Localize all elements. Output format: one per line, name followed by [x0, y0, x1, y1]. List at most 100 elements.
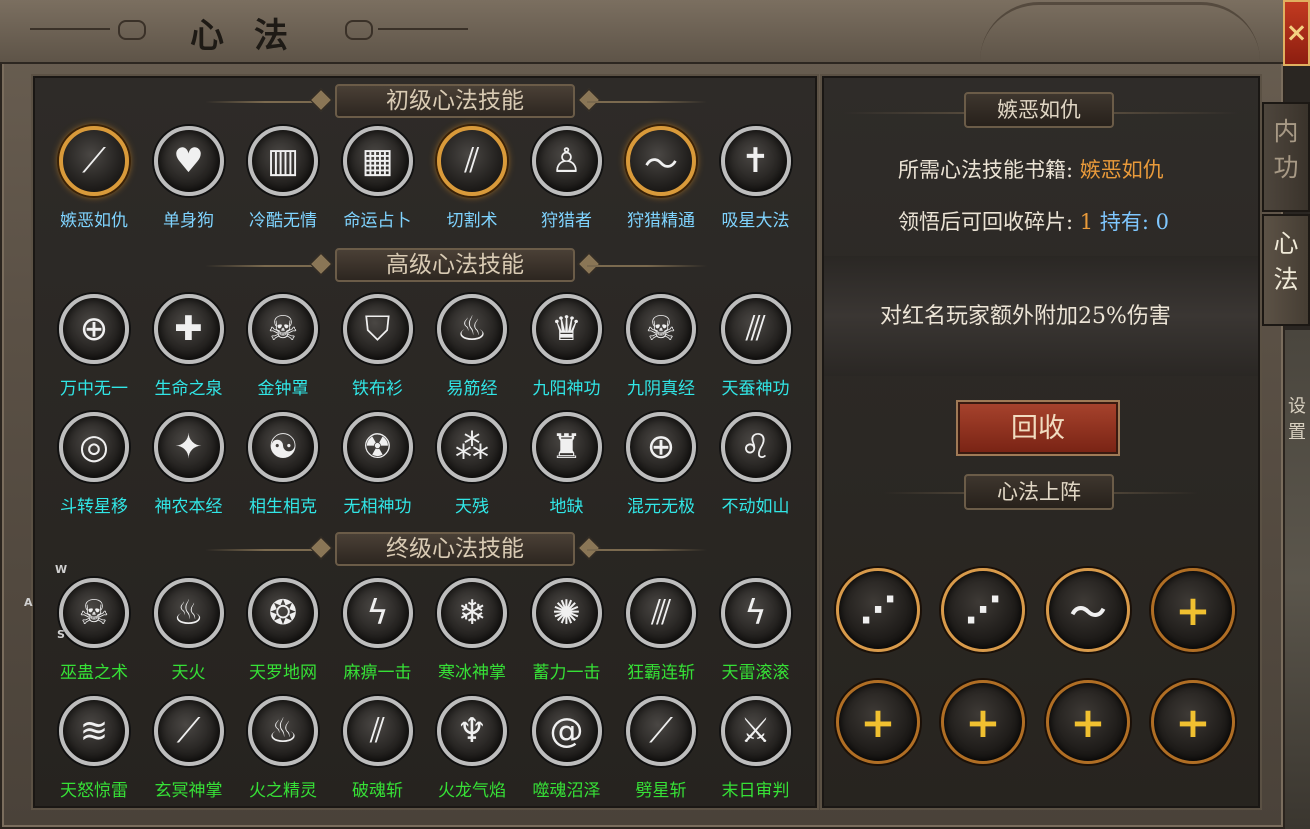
loadout-slot-empty[interactable]: +: [1151, 680, 1235, 764]
tab-xinfa[interactable]: 心法: [1262, 214, 1310, 326]
compass-a: A: [24, 596, 33, 609]
skill-card[interactable]: @ 噬魂沼泽: [520, 696, 614, 806]
skill-name: 天雷滚滚: [721, 663, 790, 683]
healer-icon[interactable]: ✚: [153, 294, 224, 364]
title-bar[interactable]: 心法: [0, 0, 1285, 64]
swamp-vortex-icon[interactable]: @: [531, 696, 602, 766]
combo-slash-icon[interactable]: ⫻: [626, 578, 696, 648]
skill-card[interactable]: ♜ 地缺: [520, 412, 614, 522]
close-button[interactable]: ×: [1283, 0, 1310, 66]
skill-card[interactable]: ⛉ 铁布衫: [331, 294, 425, 404]
skill-card[interactable]: ♥ 单身狗: [142, 126, 236, 236]
tab-neigong[interactable]: 内功: [1262, 102, 1310, 212]
skill-card[interactable]: ⁂ 天残: [425, 412, 519, 522]
skill-card[interactable]: ♆ 火龙气焰: [425, 696, 519, 806]
skill-card[interactable]: ♙ 狩猎者: [520, 126, 614, 236]
section-diamond-left: [309, 88, 333, 112]
star-cleave-icon[interactable]: ⟋: [626, 696, 696, 766]
skill-card[interactable]: ❄ 寒冰神掌: [425, 578, 519, 688]
loadout-slot-filled[interactable]: ⋰: [836, 568, 920, 652]
skill-card[interactable]: ⟋ 玄冥神掌: [142, 696, 236, 806]
crosshair-temple-icon[interactable]: ⊕: [626, 412, 696, 482]
skill-card[interactable]: ⫽ 切割术: [425, 126, 519, 236]
rings-icon[interactable]: ◎: [59, 412, 129, 482]
skill-card[interactable]: ⊕ 混元无极: [614, 412, 708, 522]
demon-face-icon[interactable]: ☢: [342, 412, 413, 482]
loadout-slot-empty[interactable]: +: [941, 680, 1025, 764]
flame-orbs-icon[interactable]: ♨: [437, 294, 507, 364]
skull-shield-icon[interactable]: ☠: [248, 294, 318, 364]
silk-claws-icon[interactable]: ⫻: [720, 294, 791, 364]
loadout-slot-empty[interactable]: +: [836, 680, 920, 764]
ice-palm-icon[interactable]: ❄: [437, 578, 507, 648]
skill-card[interactable]: ⫻ 狂霸连斩: [614, 578, 708, 688]
skill-card[interactable]: ⚔ 末日审判: [709, 696, 803, 806]
lion-head-icon[interactable]: ♌: [720, 412, 791, 482]
storm-wave-icon[interactable]: ≋: [59, 696, 129, 766]
loadout-slot-empty[interactable]: +: [1046, 680, 1130, 764]
lightning-strike-icon[interactable]: ϟ: [342, 578, 413, 648]
wave-spear-icon[interactable]: 〜: [626, 126, 696, 196]
loadout-slot-filled[interactable]: ⋰: [941, 568, 1025, 652]
charge-blast-icon[interactable]: ✺: [531, 578, 602, 648]
skill-card[interactable]: ◎ 斗转星移: [47, 412, 141, 522]
dark-palm-icon[interactable]: ⟋: [153, 696, 224, 766]
skill-card[interactable]: ❂ 天罗地网: [236, 578, 330, 688]
skill-card[interactable]: ≋ 天怒惊雷: [47, 696, 141, 806]
spiked-crown-icon[interactable]: ♜: [531, 412, 602, 482]
orbs-icon[interactable]: ⁂: [437, 412, 507, 482]
skill-card[interactable]: ☠ 金钟罩: [236, 294, 330, 404]
fire-spirit-icon[interactable]: ♨: [248, 696, 318, 766]
crosshair-tower-icon[interactable]: ⊕: [59, 294, 129, 364]
fire-crown-icon[interactable]: ♛: [531, 294, 602, 364]
skill-card[interactable]: ✺ 蓄力一击: [520, 578, 614, 688]
skill-card[interactable]: ✦ 神农本经: [142, 412, 236, 522]
skill-card[interactable]: ▥ 冷酷无情: [236, 126, 330, 236]
skill-card[interactable]: ϟ 麻痹一击: [331, 578, 425, 688]
skill-card[interactable]: ⟋ 劈星斩: [614, 696, 708, 806]
sky-fire-icon[interactable]: ♨: [153, 578, 224, 648]
skill-card[interactable]: ☠ 九阴真经: [614, 294, 708, 404]
dripping-skull-icon[interactable]: ☠: [626, 294, 696, 364]
skill-card[interactable]: ✚ 生命之泉: [142, 294, 236, 404]
skill-card[interactable]: ☯ 相生相克: [236, 412, 330, 522]
triple-blade-icon[interactable]: ⫽: [437, 126, 507, 196]
skill-card[interactable]: ♨ 火之精灵: [236, 696, 330, 806]
cross-figure-icon[interactable]: ✝: [720, 126, 791, 196]
soul-slash-icon[interactable]: ⫽: [342, 696, 413, 766]
skill-card[interactable]: ♛ 九阳神功: [520, 294, 614, 404]
book-row: 所需心法技能书籍: 嫉恶如仇: [898, 154, 1164, 184]
section-title: 高级心法技能: [335, 248, 575, 282]
skill-card[interactable]: ϟ 天雷滚滚: [709, 578, 803, 688]
recycle-button[interactable]: 回收: [958, 402, 1118, 454]
skull-flowers-icon[interactable]: ☠: [59, 578, 129, 648]
skill-card[interactable]: ⫽ 破魂斩: [331, 696, 425, 806]
judgment-sword-icon[interactable]: ⚔: [720, 696, 791, 766]
thunder-bolt-icon[interactable]: ϟ: [720, 578, 791, 648]
skill-card[interactable]: ⟋ 嫉恶如仇: [47, 126, 141, 236]
skill-card[interactable]: ☢ 无相神功: [331, 412, 425, 522]
star-skull-icon[interactable]: ✦: [153, 412, 224, 482]
hunter-figure-icon[interactable]: ♙: [531, 126, 602, 196]
claw-slash-icon[interactable]: ⟋: [59, 126, 129, 196]
skill-card[interactable]: ♨ 易筋经: [425, 294, 519, 404]
skill-card[interactable]: ⊕ 万中无一: [47, 294, 141, 404]
fire-dragon-icon[interactable]: ♆: [437, 696, 507, 766]
window-title: 心法: [190, 16, 318, 56]
skill-card[interactable]: ♌ 不动如山: [709, 412, 803, 522]
loadout-title: 心法上阵: [964, 474, 1114, 510]
skill-card[interactable]: ♨ 天火: [142, 578, 236, 688]
body-shield-icon[interactable]: ⛉: [342, 294, 413, 364]
loadout-slot-filled[interactable]: 〜: [1046, 568, 1130, 652]
net-figure-icon[interactable]: ❂: [248, 578, 318, 648]
skill-card[interactable]: ✝ 吸星大法: [709, 126, 803, 236]
loadout-slot-empty[interactable]: +: [1151, 568, 1235, 652]
skill-card[interactable]: ⫻ 天蚕神功: [709, 294, 803, 404]
yin-yang-icon[interactable]: ☯: [248, 412, 318, 482]
skill-card[interactable]: ▦ 命运占卜: [331, 126, 425, 236]
heart-dog-icon[interactable]: ♥: [153, 126, 224, 196]
skill-card[interactable]: 〜狩猎精通: [614, 126, 708, 236]
cage-icon[interactable]: ▥: [248, 126, 318, 196]
map-settings-text[interactable]: 设置: [1288, 392, 1310, 444]
checkered-cards-icon[interactable]: ▦: [342, 126, 413, 196]
